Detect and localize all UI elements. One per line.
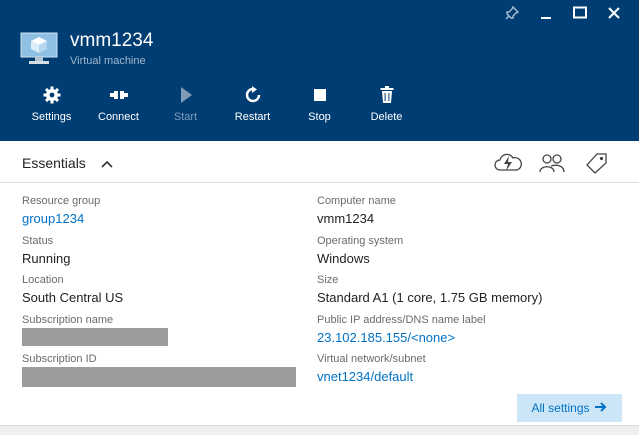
location-label: Location [22, 274, 64, 286]
connect-button-label: Connect [98, 111, 139, 123]
subscription-name-label: Subscription name [22, 313, 114, 326]
stop-button[interactable]: Stop [286, 85, 353, 123]
restart-icon [244, 85, 262, 105]
tag-icon[interactable] [581, 151, 611, 175]
essentials-label: Essentials [22, 155, 86, 171]
all-settings-label: All settings [531, 401, 590, 415]
vnet-field: Virtual network/subnet vnet1234/default [317, 353, 542, 393]
arrow-right-icon [594, 401, 608, 416]
computer-name-value: vmm1234 [317, 211, 375, 226]
resource-group-label: Resource group [22, 195, 101, 207]
page-subtitle: Virtual machine [70, 55, 146, 67]
restart-button-label: Restart [234, 111, 271, 123]
resource-group-field: Resource group group1234 [22, 195, 296, 235]
minimize-icon[interactable] [533, 4, 559, 22]
bottom-bar [0, 425, 639, 435]
public-ip-label: Public IP address/DNS name label [317, 313, 486, 326]
start-button-label: Start [173, 111, 198, 123]
cloud-lightning-icon[interactable] [493, 151, 523, 175]
essentials-right-column: Computer name vmm1234 Operating system W… [317, 195, 542, 393]
status-value: Running [22, 250, 71, 266]
vnet-link[interactable]: vnet1234/default [317, 368, 542, 385]
public-ip-field: Public IP address/DNS name label 23.102.… [317, 314, 542, 354]
size-value: Standard A1 (1 core, 1.75 GB memory) [317, 290, 543, 305]
os-value: Windows [317, 250, 370, 266]
restart-button[interactable]: Restart [219, 85, 286, 123]
subscription-name-redacted [22, 327, 168, 346]
connect-button[interactable]: Connect [85, 85, 152, 123]
gear-icon [43, 85, 61, 105]
chevron-up-icon[interactable] [100, 156, 114, 174]
os-label: Operating system [317, 234, 404, 247]
delete-button[interactable]: Delete [353, 85, 420, 123]
subscription-id-label: Subscription ID [22, 353, 97, 365]
maximize-icon[interactable] [567, 4, 593, 22]
subscription-id-redacted [22, 367, 296, 387]
subscription-id-field: Subscription ID [22, 353, 296, 393]
pin-icon[interactable] [499, 4, 525, 22]
trash-icon [380, 85, 394, 105]
subscription-name-field: Subscription name [22, 314, 296, 354]
vnet-label: Virtual network/subnet [317, 353, 426, 365]
location-field: Location South Central US [22, 274, 296, 314]
size-label: Size [317, 274, 339, 286]
stop-icon [313, 85, 327, 105]
public-ip-link[interactable]: 23.102.185.155/<none> [317, 329, 542, 346]
essentials-left-column: Resource group group1234 Status Running … [22, 195, 296, 393]
settings-button[interactable]: Settings [18, 85, 85, 123]
status-field: Status Running [22, 235, 296, 275]
blade-header: vmm1234 Virtual machine Settings Connect… [0, 0, 639, 141]
size-field: Size Standard A1 (1 core, 1.75 GB memory… [317, 274, 542, 314]
essentials-actions [493, 151, 611, 175]
stop-button-label: Stop [308, 111, 331, 123]
command-bar: Settings Connect Start Restart Stop Dele… [18, 85, 420, 123]
status-label: Status [22, 234, 54, 247]
plug-icon [109, 85, 129, 105]
essentials-header[interactable]: Essentials [0, 141, 639, 183]
window-controls [499, 4, 627, 22]
computer-name-label: Computer name [317, 195, 396, 207]
delete-button-label: Delete [370, 111, 403, 123]
resource-group-link[interactable]: group1234 [22, 210, 296, 227]
close-icon[interactable] [601, 4, 627, 22]
start-button[interactable]: Start [152, 85, 219, 123]
os-field: Operating system Windows [317, 235, 542, 275]
location-value: South Central US [22, 290, 124, 305]
play-icon [179, 85, 193, 105]
page-title: vmm1234 [70, 30, 154, 51]
all-settings-button[interactable]: All settings [517, 394, 622, 422]
virtual-machine-icon [20, 32, 58, 66]
users-icon[interactable] [537, 151, 567, 175]
computer-name-field: Computer name vmm1234 [317, 195, 542, 235]
settings-button-label: Settings [31, 111, 72, 123]
